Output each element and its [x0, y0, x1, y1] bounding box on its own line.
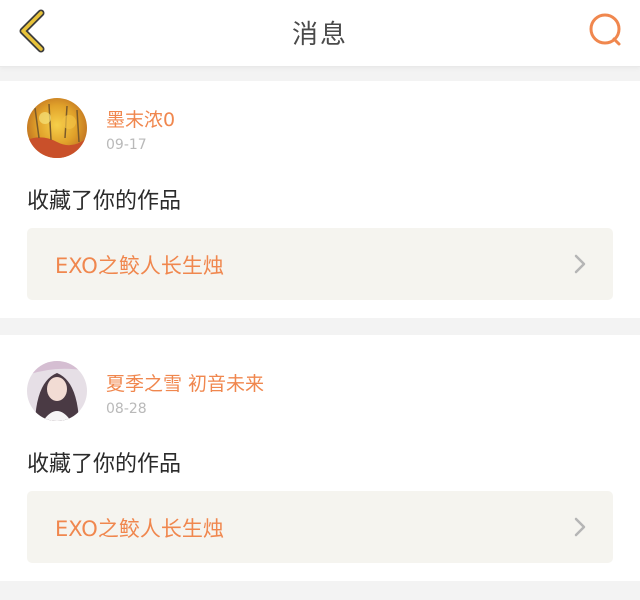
work-link[interactable]: EXO之鲛人长生烛	[27, 491, 613, 563]
work-title: EXO之鲛人长生烛	[55, 254, 224, 278]
page-title: 消息	[291, 20, 348, 50]
notification-card: 墨末浓0 09-17 收藏了你的作品 EXO之鲛人长生烛	[0, 81, 640, 318]
chevron-right-icon	[574, 517, 586, 537]
action-text: 收藏了你的作品	[27, 189, 182, 214]
work-title: EXO之鲛人长生烛	[55, 517, 224, 541]
avatar-image	[27, 361, 87, 421]
top-bar: 消息	[0, 0, 640, 67]
username[interactable]: 夏季之雪 初音未来	[106, 369, 264, 396]
notification-card: 夏季之雪 初音未来 08-28 收藏了你的作品 EXO之鲛人长生烛	[0, 335, 640, 581]
chevron-right-icon	[574, 254, 586, 274]
avatar[interactable]	[27, 98, 87, 158]
date: 09-17	[106, 137, 147, 153]
work-link[interactable]: EXO之鲛人长生烛	[27, 228, 613, 300]
avatar[interactable]	[27, 361, 87, 421]
date: 08-28	[106, 401, 147, 417]
avatar-image	[27, 98, 87, 158]
username[interactable]: 墨末浓0	[106, 105, 175, 132]
search-icon	[589, 13, 621, 46]
search-button[interactable]	[586, 10, 626, 50]
action-text: 收藏了你的作品	[27, 452, 182, 477]
